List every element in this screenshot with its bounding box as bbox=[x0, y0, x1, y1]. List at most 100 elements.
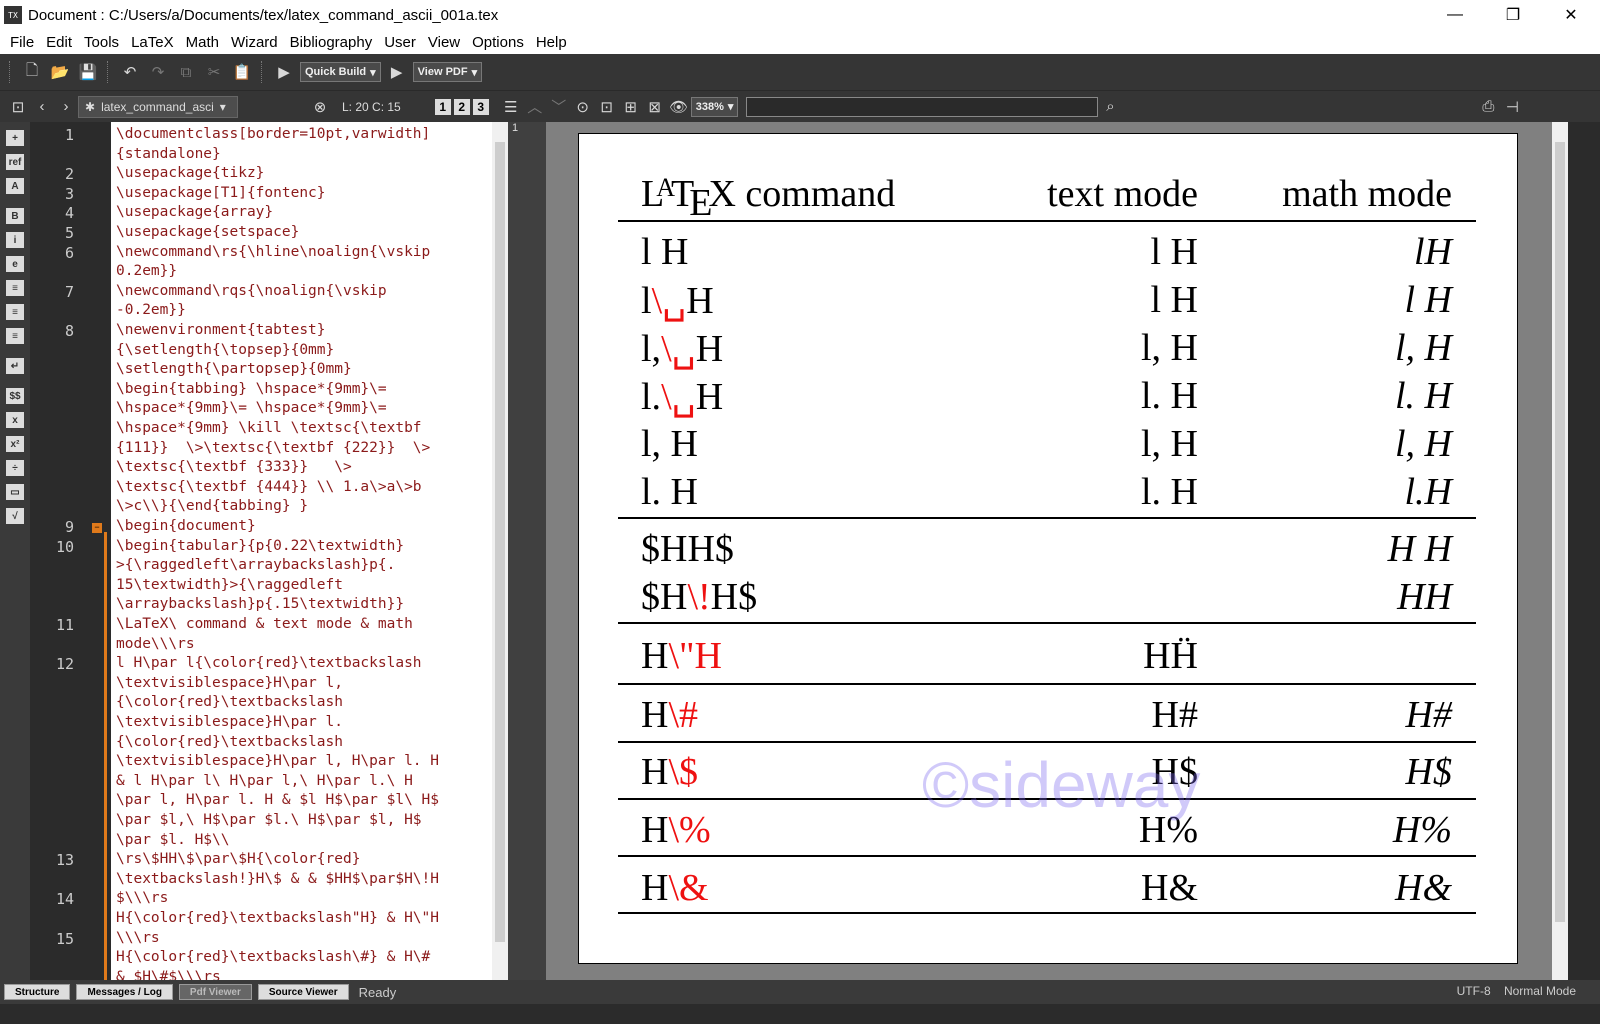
scroll-thumb[interactable] bbox=[495, 142, 505, 942]
close-tab-icon[interactable]: ⊗ bbox=[308, 95, 332, 119]
view-2-button[interactable]: 2 bbox=[453, 98, 470, 115]
pdf-search-input[interactable] bbox=[746, 96, 1099, 117]
save-icon[interactable]: 💾 bbox=[76, 60, 100, 84]
run-view-icon[interactable]: ▶ bbox=[385, 60, 409, 84]
symbol-icon[interactable]: √ bbox=[6, 508, 24, 524]
symbol-icon[interactable]: ≡ bbox=[6, 304, 24, 320]
arrow-up-icon[interactable]: ︿ bbox=[523, 95, 547, 119]
pdf-scrollbar[interactable] bbox=[1552, 122, 1568, 980]
list-icon[interactable]: ☰ bbox=[499, 95, 523, 119]
command-text: H bbox=[641, 635, 669, 677]
symbol-icon[interactable]: i bbox=[6, 232, 24, 248]
symbol-icon[interactable]: x² bbox=[6, 436, 24, 452]
undo-icon[interactable]: ↶ bbox=[118, 60, 142, 84]
menu-view[interactable]: View bbox=[422, 34, 466, 51]
code-line: \textbackslash!}H\$ & & $HH$\par$H\!H bbox=[116, 870, 440, 887]
build-select[interactable]: Quick Build ▾ bbox=[300, 62, 381, 82]
command-red-text: \␣ bbox=[661, 328, 696, 370]
symbol-icon[interactable]: ÷ bbox=[6, 460, 24, 476]
menu-tools[interactable]: Tools bbox=[78, 34, 125, 51]
symbol-icon[interactable]: ref bbox=[6, 154, 24, 170]
run-build-icon[interactable]: ▶ bbox=[272, 60, 296, 84]
fit-width-icon[interactable]: ⊞ bbox=[619, 95, 643, 119]
cut-icon[interactable]: ✂ bbox=[202, 60, 226, 84]
view-3-button[interactable]: 3 bbox=[472, 98, 489, 115]
symbol-icon[interactable]: A bbox=[6, 178, 24, 194]
structure-tab-button[interactable]: Structure bbox=[4, 984, 71, 1000]
menu-user[interactable]: User bbox=[378, 34, 422, 51]
minimize-button[interactable]: — bbox=[1426, 0, 1484, 30]
math-mode-cell: lH bbox=[1414, 231, 1452, 273]
command-tail-text: H bbox=[686, 280, 714, 322]
new-file-icon[interactable]: 🗋 bbox=[20, 60, 44, 84]
code-line: \begin{document} bbox=[116, 518, 256, 534]
fit-page-icon[interactable]: ⊡ bbox=[595, 95, 619, 119]
messages-log-tab-button[interactable]: Messages / Log bbox=[76, 984, 173, 1000]
menu-math[interactable]: Math bbox=[180, 34, 225, 51]
symbol-icon[interactable]: ≡ bbox=[6, 328, 24, 344]
table-rule bbox=[618, 855, 1476, 857]
view-select[interactable]: View PDF ▾ bbox=[412, 62, 483, 82]
code-line: {111}} \>\textsc{\textbf {222}} \> bbox=[116, 439, 431, 456]
text-mode-cell: l. H bbox=[1141, 471, 1198, 513]
header-latex-command: LATEX command bbox=[641, 172, 895, 224]
code-line: \newcommand\rqs{\noalign{\vskip bbox=[116, 282, 387, 299]
menu-latex[interactable]: LaTeX bbox=[125, 34, 180, 51]
fit-icon[interactable]: ⊙ bbox=[571, 95, 595, 119]
command-cell: l,\␣H bbox=[641, 326, 723, 371]
build-select-label: Quick Build bbox=[305, 66, 367, 78]
open-folder-icon[interactable]: 📂 bbox=[48, 60, 72, 84]
symbol-icon[interactable]: + bbox=[6, 130, 24, 146]
print-icon[interactable]: ⎙ bbox=[1476, 95, 1500, 119]
menu-help[interactable]: Help bbox=[530, 34, 573, 51]
zoom-box-icon[interactable]: ⊠ bbox=[643, 95, 667, 119]
text-mode-cell: l, H bbox=[1141, 327, 1198, 369]
symbol-icon[interactable]: x bbox=[6, 412, 24, 428]
mode-indicator[interactable]: Normal Mode bbox=[1504, 984, 1576, 998]
menu-options[interactable]: Options bbox=[466, 34, 530, 51]
menu-bibliography[interactable]: Bibliography bbox=[284, 34, 379, 51]
symbol-icon[interactable]: $$ bbox=[6, 388, 24, 404]
encoding-indicator[interactable]: UTF-8 bbox=[1457, 984, 1491, 998]
command-cell: l H bbox=[641, 230, 689, 274]
symbol-icon[interactable]: B bbox=[6, 208, 24, 224]
view-1-button[interactable]: 1 bbox=[434, 98, 451, 115]
document-tab[interactable]: ✱ latex_command_asci ▾ bbox=[78, 95, 238, 118]
chevron-down-icon: ▾ bbox=[471, 66, 478, 79]
symbol-icon[interactable]: e bbox=[6, 256, 24, 272]
menu-wizard[interactable]: Wizard bbox=[225, 34, 284, 51]
command-text: H bbox=[641, 809, 669, 851]
forward-arrow-icon[interactable]: › bbox=[54, 95, 78, 119]
fold-toggle-icon[interactable]: − bbox=[92, 523, 102, 533]
code-line: \usepackage{tikz} bbox=[116, 165, 265, 182]
back-arrow-icon[interactable]: ‹ bbox=[30, 95, 54, 119]
pdf-viewer-tab-button[interactable]: Pdf Viewer bbox=[178, 984, 252, 1000]
command-cell: l. H bbox=[641, 470, 698, 514]
copy-icon[interactable]: ⧉ bbox=[174, 60, 198, 84]
paste-icon[interactable]: 📋 bbox=[230, 60, 254, 84]
arrow-down-icon[interactable]: ﹀ bbox=[547, 95, 571, 119]
math-mode-cell: l, H bbox=[1395, 327, 1452, 369]
scroll-thumb[interactable] bbox=[1555, 142, 1565, 922]
editor-scrollbar[interactable] bbox=[492, 122, 508, 980]
close-button[interactable]: ✕ bbox=[1542, 0, 1600, 30]
menu-file[interactable]: File bbox=[4, 34, 40, 51]
redo-icon[interactable]: ↷ bbox=[146, 60, 170, 84]
code-line: \usepackage{setspace} bbox=[116, 224, 300, 240]
symbol-icon[interactable]: ↵ bbox=[6, 358, 24, 374]
structure-toggle-icon[interactable]: ⊡ bbox=[6, 95, 30, 119]
chevron-down-icon: ▾ bbox=[727, 101, 734, 113]
math-mode-cell: l, H bbox=[1395, 423, 1452, 465]
maximize-button[interactable]: ❐ bbox=[1484, 0, 1542, 30]
code-line: \textvisiblespace}H\par l. bbox=[116, 714, 343, 730]
search-icon[interactable]: ⌕ bbox=[1098, 95, 1122, 119]
zoom-select[interactable]: 338% ▾ bbox=[690, 96, 739, 117]
source-viewer-tab-button[interactable]: Source Viewer bbox=[257, 984, 349, 1000]
eye-icon[interactable]: 👁 bbox=[667, 95, 691, 119]
code-line: {standalone} bbox=[116, 145, 221, 162]
code-editor[interactable]: \documentclass[border=10pt,varwidth] {sta… bbox=[111, 122, 492, 980]
symbol-icon[interactable]: ≡ bbox=[6, 280, 24, 296]
menu-edit[interactable]: Edit bbox=[40, 34, 78, 51]
symbol-icon[interactable]: ▭ bbox=[6, 484, 24, 500]
pin-icon[interactable]: ⊣ bbox=[1500, 95, 1524, 119]
